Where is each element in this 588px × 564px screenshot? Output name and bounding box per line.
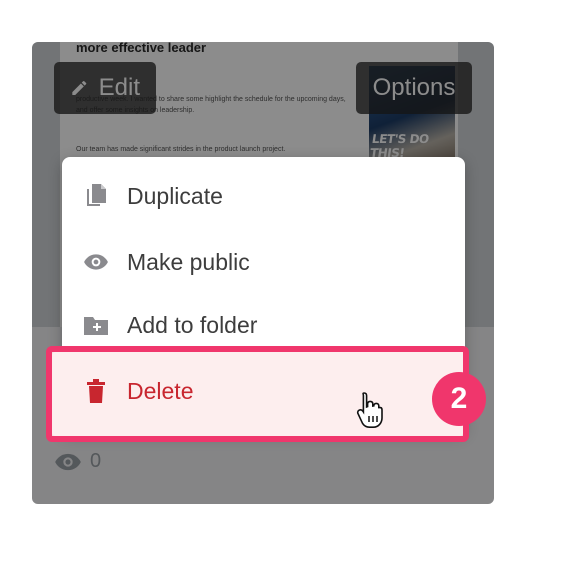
trash-icon (82, 377, 110, 405)
menu-item-delete[interactable]: Delete (62, 358, 465, 424)
step-badge: 2 (432, 372, 486, 426)
hand-cursor-icon (356, 392, 383, 428)
menu-item-label: Delete (127, 377, 194, 404)
options-menu-delete-layer: Delete (62, 157, 465, 432)
